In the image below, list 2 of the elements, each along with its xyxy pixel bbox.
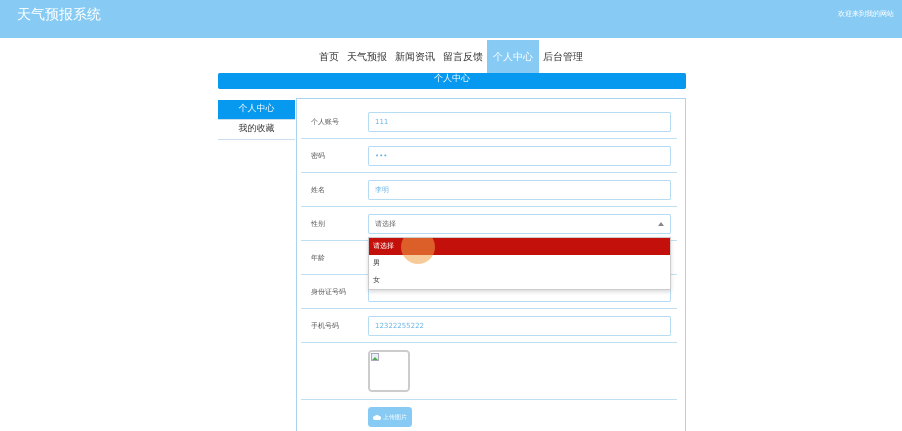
site-title: 天气预报系统	[17, 6, 101, 24]
section-title-bar: 个人中心	[218, 73, 686, 89]
